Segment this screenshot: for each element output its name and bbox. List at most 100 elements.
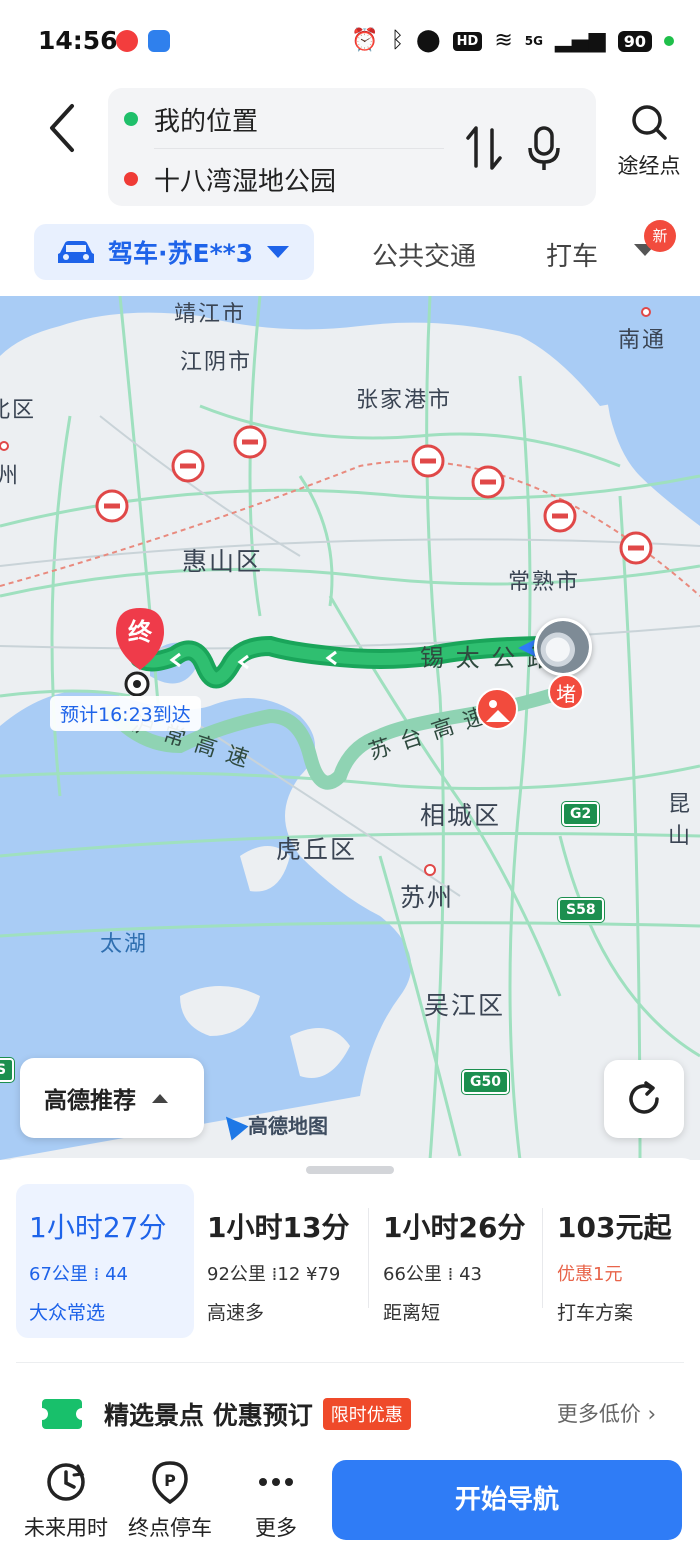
origin-dot-icon (124, 112, 138, 126)
clock-icon (47, 1463, 85, 1501)
sheet-divider (16, 1362, 684, 1363)
tab-transit[interactable]: 公共交通 (372, 236, 476, 273)
bluetooth-icon: ᛒ (390, 28, 405, 53)
swap-button[interactable] (462, 118, 506, 178)
origin-text: 我的位置 (154, 106, 259, 137)
option-separator (368, 1208, 369, 1308)
swap-icon (466, 126, 502, 170)
svg-text:P: P (164, 1471, 176, 1490)
destination-parking-button[interactable]: P 终点停车 (120, 1460, 220, 1542)
promo-badge: 限时优惠 (322, 1398, 411, 1430)
route-distance: 67公里 (29, 1264, 88, 1285)
no-entry-icon (95, 489, 129, 523)
route-meta: 92公里 ⁞12 ¥79 (207, 1260, 370, 1286)
route-distance: 66公里 (383, 1264, 442, 1285)
promo-more-link[interactable]: 更多低价 › (557, 1398, 656, 1428)
destination-field[interactable]: 十八湾湿地公园 (108, 150, 448, 208)
amap-logo-icon (217, 1109, 249, 1140)
tab-drive-label: 驾车·苏E**3 (108, 239, 254, 268)
destination-parking-label: 终点停车 (128, 1516, 212, 1540)
tab-drive[interactable]: 驾车·苏E**3 (34, 224, 314, 280)
map-label-city: 常熟市 (508, 570, 581, 595)
promo-title: 精选景点 优惠预订 (104, 1401, 313, 1430)
chevron-up-icon (152, 1093, 168, 1103)
tab-taxi[interactable]: 打车 (546, 236, 598, 273)
traffic-jam-badge[interactable]: 堵 (548, 674, 584, 710)
privacy-dot-icon (664, 36, 674, 46)
city-center-dot (0, 441, 9, 451)
map-view[interactable]: 靖江市 江阴市 南通 张家港市 北区 州 惠山区 常熟市 锡 太 公 路 沪 常… (0, 296, 700, 1160)
route-meta: 67公里 ⁞ 44 (29, 1260, 194, 1286)
promo-banner[interactable]: 精选景点 优惠预订 限时优惠 更多低价 › (36, 1390, 662, 1438)
option-separator (542, 1208, 543, 1308)
status-time: 14:56 (38, 26, 118, 55)
parking-pin-icon: P (152, 1461, 188, 1504)
destination-dot-icon (124, 172, 138, 186)
route-distance: 92公里 (207, 1264, 266, 1285)
refresh-route-button[interactable] (604, 1060, 684, 1138)
map-label-district: 相城区 (420, 801, 502, 830)
map-label-city: 江阴市 (180, 350, 253, 375)
map-label-district: 吴江区 (424, 991, 506, 1020)
highway-shield: S (0, 1058, 15, 1082)
route-preference-button[interactable]: 高德推荐 (20, 1058, 204, 1138)
future-time-button[interactable]: 未来用时 (16, 1460, 116, 1542)
route-option[interactable]: 1小时13分 92公里 ⁞12 ¥79 高速多 (194, 1184, 370, 1338)
back-button[interactable] (44, 98, 84, 158)
traffic-light-count: 43 (459, 1264, 482, 1285)
route-time: 1小时13分 (207, 1211, 350, 1244)
traffic-light-icon: ⁞ (447, 1264, 460, 1285)
no-entry-icon (171, 449, 205, 483)
eta-label: 预计16:23到达 (50, 696, 201, 731)
destination-text: 十八湾湿地公园 (154, 166, 337, 197)
more-button[interactable]: 更多 (226, 1460, 326, 1542)
route-tag: 大众常选 (29, 1302, 106, 1324)
route-option[interactable]: 1小时26分 66公里 ⁞ 43 距离短 (370, 1184, 542, 1338)
future-time-label: 未来用时 (24, 1516, 108, 1540)
taxi-option[interactable]: 103元起 优惠1元 打车方案 (544, 1184, 692, 1338)
chevron-left-icon (50, 104, 74, 152)
map-label-lake: 太湖 (100, 932, 149, 957)
route-tag: 打车方案 (557, 1302, 634, 1324)
ticket-icon (36, 1399, 88, 1429)
alarm-icon: ⏰ (351, 28, 379, 53)
current-location-marker[interactable] (534, 618, 592, 676)
wifi-icon: ≋ (494, 28, 513, 53)
route-option[interactable]: 1小时27分 67公里 ⁞ 44 大众常选 (16, 1184, 194, 1338)
network-label: 5G (524, 34, 543, 48)
route-time: 1小时26分 (383, 1211, 526, 1244)
destination-marker[interactable]: 终 (112, 606, 168, 697)
signal-icon: ▂▄▆ (554, 28, 606, 53)
map-label-city: 张家港市 (356, 388, 453, 413)
route-meta: 66公里 ⁞ 43 (383, 1260, 542, 1286)
no-entry-icon (411, 444, 445, 478)
vehicle-avatar (537, 621, 589, 673)
highway-shield: S58 (558, 898, 604, 922)
bottom-action-bar: 未来用时 P 终点停车 更多 开始导航 (0, 1438, 700, 1564)
more-dots-icon (259, 1478, 293, 1486)
origin-field[interactable]: 我的位置 (108, 90, 448, 148)
start-navigation-button[interactable]: 开始导航 (332, 1460, 682, 1540)
amap-logo: 高德地图 (217, 1109, 328, 1140)
via-point-label: 途经点 (617, 154, 681, 178)
more-label: 更多 (255, 1516, 297, 1540)
via-point-button[interactable]: 途经点 (606, 102, 692, 202)
sheet-drag-handle[interactable] (306, 1166, 394, 1174)
app-notification-icon (116, 30, 138, 52)
car-icon (58, 241, 94, 263)
voice-input-button[interactable] (524, 118, 564, 178)
map-label-city: 苏州 (400, 883, 455, 912)
city-center-dot (641, 307, 651, 317)
highway-shield: G2 (562, 802, 600, 826)
map-label-district: 惠山区 (182, 547, 264, 576)
roadwork-icon[interactable] (476, 688, 518, 730)
taxi-price: 103元起 (557, 1211, 672, 1244)
route-preference-label: 高德推荐 (44, 1088, 136, 1114)
mic-icon (528, 126, 560, 170)
route-toll: ¥79 (306, 1264, 341, 1285)
battery-icon: 90 (617, 30, 652, 52)
chevron-down-icon (267, 246, 290, 258)
app-notification-icon (148, 30, 170, 52)
route-header: 我的位置 十八湾湿地公园 途经点 驾车·苏E**3 公共交通 打车 新 (0, 84, 700, 296)
traffic-light-count: 12 (277, 1264, 301, 1285)
